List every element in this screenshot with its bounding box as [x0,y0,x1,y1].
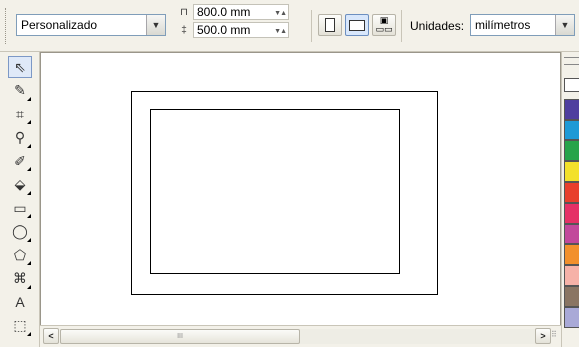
crop-tool[interactable]: ⌗ [8,103,32,125]
color-swatch[interactable] [564,265,579,286]
resize-grip[interactable]: ⠿ [551,330,560,344]
scroll-track[interactable]: III [60,329,535,344]
chevron-down-icon[interactable]: ▼ [146,15,165,35]
interactive-tool[interactable]: ⬚ [8,315,32,337]
portrait-page-icon [325,18,335,32]
color-swatch[interactable] [564,306,579,328]
color-swatch[interactable] [564,182,579,203]
toolbar-grip[interactable] [5,8,8,44]
rectangle-tool[interactable]: ▭ [8,197,32,219]
units-select[interactable]: milímetros ▼ [470,14,575,36]
units-label: Unidades: [410,19,465,33]
rectangle-icon: ▭ [13,199,27,216]
ellipse-tool[interactable]: ◯ [8,221,32,243]
color-swatch[interactable] [564,202,579,224]
paper-height-field[interactable]: 500.0 mm ▼▲ [193,22,289,38]
scroll-right-button[interactable]: > [535,328,551,344]
zoom-tool[interactable]: ⚲ [8,127,32,149]
polygon-icon: ⬠ [13,246,27,263]
shape-tool[interactable]: ✎ [8,80,32,102]
landscape-page-icon [349,19,365,31]
color-swatch[interactable] [564,119,579,141]
color-swatch[interactable] [564,78,579,92]
portrait-page-button[interactable] [318,14,342,36]
toolbar-separator [401,10,402,42]
page-layout-button[interactable]: ▣ ▭▭ [372,14,396,36]
drawn-rectangle[interactable] [150,109,400,274]
scroll-thumb[interactable]: III [60,329,300,344]
toolbox: ⇖ ✎ ⌗ ⚲ ✐ ⬙ ▭ ◯ ⬠ ⌘ A ⬚ [0,52,40,347]
spin-arrows-icon[interactable]: ▼▲ [274,25,287,39]
paper-preset-value: Personalizado [21,18,98,32]
color-swatch[interactable] [564,244,579,266]
paper-size-fields: ⊓ 800.0 mm ▼▲ ‡ 500.0 mm ▼▲ [178,4,289,38]
basic-shapes-icon: ⌘ [13,270,27,286]
basic-shapes-tool[interactable]: ⌘ [8,268,32,290]
paper-width-value: 800.0 mm [197,5,251,19]
palette-scroll-up[interactable] [564,57,579,65]
color-palette [561,52,579,347]
smart-fill-tool[interactable]: ⬙ [8,174,32,196]
toolbar-separator [311,10,312,42]
shape-icon: ✎ [14,82,26,98]
landscape-page-button[interactable] [345,14,369,36]
color-swatch[interactable] [564,286,579,307]
units-value: milímetros [475,18,531,32]
color-swatch[interactable] [564,161,579,182]
crop-icon: ⌗ [16,105,24,122]
freehand-icon: ✐ [14,152,26,169]
paper-height-value: 500.0 mm [197,23,251,37]
freehand-tool[interactable]: ✐ [8,150,32,172]
scroll-left-button[interactable]: < [43,328,59,344]
text-icon: A [15,294,25,310]
ellipse-icon: ◯ [12,223,28,239]
polygon-tool[interactable]: ⬠ [8,244,32,266]
pick-icon: ⇖ [14,58,26,75]
smart-fill-icon: ⬙ [14,176,26,192]
drawing-canvas[interactable] [40,52,561,337]
paper-width-field[interactable]: 800.0 mm ▼▲ [193,4,289,20]
spin-arrows-icon[interactable]: ▼▲ [274,7,287,21]
pick-tool[interactable]: ⇖ [8,56,32,78]
interactive-icon: ⬚ [13,317,27,333]
text-tool[interactable]: A [8,291,32,313]
color-swatch[interactable] [564,140,579,162]
property-bar: Personalizado ▼ ⊓ 800.0 mm ▼▲ ‡ 500.0 mm… [0,0,579,52]
width-icon: ⊓ [180,6,188,18]
chevron-down-icon[interactable]: ▼ [555,15,574,35]
paper-preset-select[interactable]: Personalizado ▼ [16,14,166,36]
color-swatch[interactable] [564,98,579,120]
color-swatch[interactable] [564,223,579,245]
horizontal-scrollbar[interactable]: < III > ⠿ [40,325,561,347]
page-layout-icon: ▣ ▭▭ [375,15,393,34]
zoom-icon: ⚲ [14,129,26,145]
height-icon: ‡ [181,24,187,36]
